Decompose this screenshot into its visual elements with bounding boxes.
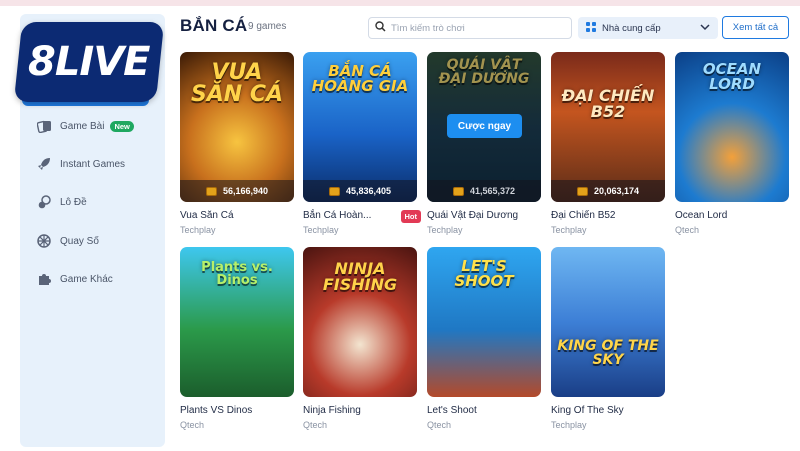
game-card-ocean-lord[interactable]: OCEAN LORD Ocean Lord Qtech — [675, 52, 789, 235]
lottery-balls-icon — [36, 194, 52, 210]
game-provider: Techplay — [180, 225, 216, 235]
game-thumbnail[interactable]: ĐẠI CHIẾN B52 20,063,174 — [551, 52, 665, 202]
game-card-ban-ca-hoang-gia[interactable]: BẮN CÁ HOÀNG GIA 45,836,405 Bắn Cá Hoàn.… — [303, 52, 421, 235]
game-name[interactable]: King Of The Sky — [551, 405, 665, 416]
page-title: BẮN CÁ — [180, 16, 248, 35]
sidebar-item-quay-so[interactable]: Quay Số — [36, 230, 99, 252]
game-art-title: Plants vs. Dinos — [201, 260, 273, 288]
game-card-ninja-fishing[interactable]: NINJA FISHING Ninja Fishing Qtech — [303, 247, 417, 430]
game-name[interactable]: Đại Chiến B52 — [551, 210, 665, 221]
puzzle-icon — [36, 271, 52, 287]
game-name[interactable]: Bắn Cá Hoàn... — [303, 210, 417, 221]
search-box[interactable] — [368, 17, 572, 39]
game-provider: Qtech — [180, 420, 205, 430]
game-name[interactable]: Quái Vật Đại Dương — [427, 210, 541, 221]
jackpot-counter: 41,565,372 — [427, 180, 541, 202]
game-name[interactable]: Vua Săn Cá — [180, 210, 294, 221]
game-art-title: LET'S SHOOT — [454, 257, 514, 290]
game-thumbnail[interactable]: BẮN CÁ HOÀNG GIA 45,836,405 — [303, 52, 417, 202]
sidebar-item-label: Game Khác — [60, 273, 113, 285]
coin-icon — [452, 186, 464, 196]
game-art-title: NINJA FISHING — [322, 259, 398, 294]
sidebar-item-game-khac[interactable]: Game Khác — [36, 268, 113, 290]
game-art-title: ĐẠI CHIẾN B52 — [561, 86, 655, 121]
jackpot-value: 41,565,372 — [469, 186, 516, 196]
game-thumbnail[interactable]: OCEAN LORD — [675, 52, 789, 202]
game-thumbnail[interactable]: KING OF THE SKY — [551, 247, 665, 397]
game-provider: Techplay — [427, 225, 463, 235]
wheel-icon — [36, 233, 52, 249]
see-all-button[interactable]: Xem tất cả — [722, 16, 789, 39]
sidebar-item-label: Instant Games — [60, 158, 126, 170]
rocket-icon — [36, 156, 52, 172]
coin-icon — [576, 186, 588, 196]
chevron-down-icon — [700, 23, 710, 34]
search-input[interactable] — [391, 22, 561, 34]
jackpot-value: 45,836,405 — [345, 186, 392, 196]
coin-icon — [205, 186, 217, 196]
game-thumbnail[interactable]: QUÁI VẬT ĐẠI DƯƠNG Cược ngay 41,565,372 — [427, 52, 541, 202]
game-thumbnail[interactable]: NINJA FISHING — [303, 247, 417, 397]
game-name[interactable]: Ocean Lord — [675, 210, 789, 221]
jackpot-value: 20,063,174 — [593, 186, 640, 196]
provider-dropdown[interactable]: Nhà cung cấp — [578, 17, 718, 39]
sidebar-item-label: Game Bài — [60, 120, 105, 132]
game-count: 9 games — [248, 21, 287, 32]
cards-icon — [36, 118, 52, 134]
sidebar-item-label: Lô Đề — [60, 196, 87, 208]
game-card-vua-san-ca[interactable]: VUA SĂN CÁ 56,166,940 Vua Săn Cá Techpla… — [180, 52, 294, 235]
game-provider: Techplay — [551, 225, 587, 235]
game-provider: Qtech — [427, 420, 452, 430]
game-provider: Techplay — [551, 420, 587, 430]
game-name[interactable]: Ninja Fishing — [303, 405, 417, 416]
game-provider: Techplay — [303, 225, 339, 235]
sidebar-item-game-bai[interactable]: Game Bài New — [36, 115, 134, 137]
brand-logo[interactable]: 8LIVE — [13, 22, 165, 102]
game-thumbnail[interactable]: LET'S SHOOT — [427, 247, 541, 397]
game-art-title: BẮN CÁ HOÀNG GIA — [311, 62, 409, 95]
logo-text: 8LIVE — [28, 39, 150, 85]
jackpot-counter: 56,166,940 — [180, 180, 294, 202]
sidebar-item-label: Quay Số — [60, 235, 99, 247]
game-provider: Qtech — [303, 420, 328, 430]
sidebar-item-instant-games[interactable]: Instant Games — [36, 153, 125, 175]
game-name[interactable]: Let's Shoot — [427, 405, 541, 416]
game-card-lets-shoot[interactable]: LET'S SHOOT Let's Shoot Qtech — [427, 247, 541, 430]
game-art-title: KING OF THE SKY — [557, 338, 659, 368]
game-name[interactable]: Plants VS Dinos — [180, 405, 294, 416]
search-icon — [375, 19, 386, 37]
sidebar-item-lo-de[interactable]: Lô Đề — [36, 191, 87, 213]
game-art-title: OCEAN LORD — [702, 60, 762, 93]
game-provider: Qtech — [675, 225, 700, 235]
game-art-title: VUA SĂN CÁ — [190, 60, 284, 107]
provider-label: Nhà cung cấp — [602, 22, 661, 34]
jackpot-counter: 45,836,405 — [303, 180, 417, 202]
jackpot-counter: 20,063,174 — [551, 180, 665, 202]
game-card-dai-chien-b52[interactable]: ĐẠI CHIẾN B52 20,063,174 Đại Chiến B52 T… — [551, 52, 665, 235]
hot-badge: Hot — [400, 210, 421, 223]
jackpot-value: 56,166,940 — [222, 186, 269, 196]
game-thumbnail[interactable]: Plants vs. Dinos — [180, 247, 294, 397]
grid-icon — [586, 21, 596, 35]
top-strip — [0, 0, 800, 6]
play-now-button[interactable]: Cược ngay — [447, 114, 522, 138]
game-card-king-of-the-sky[interactable]: KING OF THE SKY King Of The Sky Techplay — [551, 247, 665, 430]
new-badge: New — [110, 120, 134, 132]
game-card-quai-vat-dai-duong[interactable]: QUÁI VẬT ĐẠI DƯƠNG Cược ngay 41,565,372 … — [427, 52, 541, 235]
game-card-plants-vs-dinos[interactable]: Plants vs. Dinos Plants VS Dinos Qtech — [180, 247, 294, 430]
game-thumbnail[interactable]: VUA SĂN CÁ 56,166,940 — [180, 52, 294, 202]
coin-icon — [328, 186, 340, 196]
